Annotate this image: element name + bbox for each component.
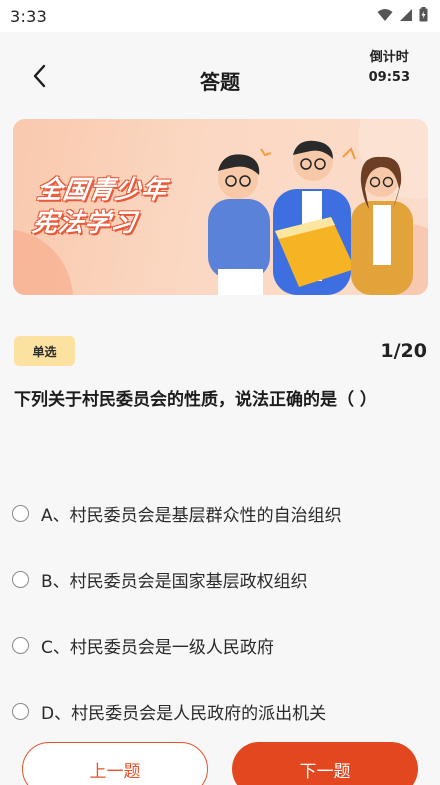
- header: 答题 倒计时 09:53: [0, 32, 440, 118]
- banner-title-line2: 宪法学习: [30, 208, 139, 237]
- wifi-icon: [377, 7, 393, 26]
- next-question-button[interactable]: 下一题: [232, 742, 418, 785]
- option-label: C、村民委员会是一级人民政府: [41, 637, 274, 658]
- question-text: 下列关于村民委员会的性质，说法正确的是（ ）: [14, 390, 377, 410]
- option-c[interactable]: C、村民委员会是一级人民政府: [12, 612, 422, 678]
- question-type-badge: 单选: [14, 336, 75, 366]
- option-label: A、村民委员会是基层群众性的自治组织: [41, 505, 342, 526]
- radio-icon[interactable]: [12, 702, 29, 720]
- option-a[interactable]: A、村民委员会是基层群众性的自治组织: [12, 480, 422, 546]
- option-label: B、村民委员会是国家基层政权组织: [41, 571, 308, 592]
- countdown: 倒计时 09:53: [369, 48, 410, 88]
- footer: 上一题 下一题: [0, 738, 440, 785]
- countdown-value: 09:53: [368, 70, 410, 85]
- radio-icon[interactable]: [12, 504, 29, 522]
- radio-icon[interactable]: [12, 570, 29, 588]
- status-icons: [377, 6, 428, 26]
- question-progress: 1/20: [380, 340, 427, 362]
- battery-icon: [419, 6, 428, 26]
- option-d[interactable]: D、村民委员会是人民政府的派出机关: [12, 678, 422, 744]
- radio-icon[interactable]: [12, 636, 29, 654]
- countdown-label: 倒计时: [369, 50, 409, 65]
- prev-question-button[interactable]: 上一题: [22, 742, 208, 785]
- banner-title: 全国青少年 宪法学习: [30, 173, 170, 239]
- options-list: A、村民委员会是基层群众性的自治组织 B、村民委员会是国家基层政权组织 C、村民…: [12, 480, 422, 744]
- signal-icon: [399, 7, 413, 26]
- status-time: 3:33: [10, 6, 48, 26]
- banner: 全国青少年 宪法学习: [13, 119, 428, 295]
- option-label: D、村民委员会是人民政府的派出机关: [41, 703, 327, 724]
- option-b[interactable]: B、村民委员会是国家基层政权组织: [12, 546, 422, 612]
- banner-title-line1: 全国青少年: [35, 175, 170, 204]
- status-bar: 3:33: [0, 0, 440, 32]
